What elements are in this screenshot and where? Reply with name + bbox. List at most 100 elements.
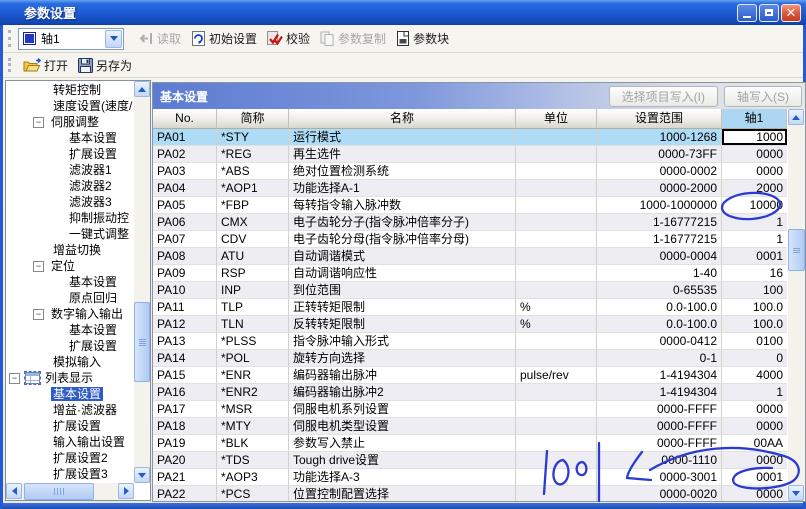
cell-name[interactable]: 到位范围 xyxy=(289,282,516,299)
cell-range[interactable]: 0000-0004 xyxy=(597,248,722,265)
cell-no[interactable]: PA19 xyxy=(153,435,217,452)
cell-abbr[interactable]: *MSR xyxy=(217,401,289,418)
cell-unit[interactable] xyxy=(516,129,597,146)
cell-no[interactable]: PA07 xyxy=(153,231,217,248)
cell-axis1-value[interactable]: 1 xyxy=(722,384,787,401)
cell-range[interactable]: 0000-2000 xyxy=(597,180,722,197)
tree-item[interactable]: 滤波器1 xyxy=(67,162,134,178)
cell-no[interactable]: PA14 xyxy=(153,350,217,367)
cell-abbr[interactable]: *TDS xyxy=(217,452,289,469)
tree-item[interactable]: −定位 xyxy=(33,258,134,274)
cell-axis1-value[interactable]: 00AA xyxy=(722,435,787,452)
cell-abbr[interactable]: *MTY xyxy=(217,418,289,435)
cell-name[interactable]: 指令脉冲输入形式 xyxy=(289,333,516,350)
toolbar-grip[interactable] xyxy=(8,30,13,47)
cell-axis1-value[interactable]: 0000 xyxy=(722,146,787,163)
cell-name[interactable]: 位置控制配置选择 xyxy=(289,486,516,501)
cell-range[interactable]: 1000-1000000 xyxy=(597,197,722,214)
cell-no[interactable]: PA12 xyxy=(153,316,217,333)
tree-item[interactable]: 扩展设置2 xyxy=(51,450,134,466)
tree-horizontal-scrollbar[interactable] xyxy=(6,483,134,500)
cell-name[interactable]: 功能选择A-1 xyxy=(289,180,516,197)
cell-range[interactable]: 1-16777215 xyxy=(597,214,722,231)
cell-abbr[interactable]: *FBP xyxy=(217,197,289,214)
collapse-icon[interactable]: − xyxy=(33,309,44,320)
cell-no[interactable]: PA10 xyxy=(153,282,217,299)
cell-unit[interactable] xyxy=(516,146,597,163)
cell-range[interactable]: 0000-FFFF xyxy=(597,418,722,435)
cell-abbr[interactable]: TLN xyxy=(217,316,289,333)
cell-abbr[interactable]: ATU xyxy=(217,248,289,265)
cell-no[interactable]: PA02 xyxy=(153,146,217,163)
scrollbar-track[interactable] xyxy=(134,97,150,467)
cell-no[interactable]: PA18 xyxy=(153,418,217,435)
tree-item[interactable]: 滤波器3 xyxy=(67,194,134,210)
toolbar-button[interactable]: 读取 xyxy=(134,28,186,49)
cell-name[interactable]: 伺服电机系列设置 xyxy=(289,401,516,418)
cell-name[interactable]: 自动调谐模式 xyxy=(289,248,516,265)
toolbar-button[interactable]: 参数块 xyxy=(391,28,454,49)
tree-item[interactable]: 扩展设置3 xyxy=(51,466,134,482)
cell-name[interactable]: 电子齿轮分母(指令脉冲倍率分母) xyxy=(289,231,516,248)
cell-unit[interactable]: pulse/rev xyxy=(516,367,597,384)
scrollbar-thumb[interactable] xyxy=(788,229,805,271)
cell-unit[interactable] xyxy=(516,418,597,435)
cell-axis1-value[interactable]: 100.0 xyxy=(722,299,787,316)
cell-name[interactable]: 编码器输出脉冲 xyxy=(289,367,516,384)
cell-axis1-value[interactable]: 0001 xyxy=(722,469,787,486)
write-selected-items-button[interactable]: 选择项目写入(I) xyxy=(609,86,718,107)
cell-range[interactable]: 0000-73FF xyxy=(597,146,722,163)
tree-item[interactable]: 输入输出设置 xyxy=(51,434,134,450)
toolbar-grip[interactable] xyxy=(8,58,13,72)
cell-no[interactable]: PA17 xyxy=(153,401,217,418)
cell-range[interactable]: 1000-1268 xyxy=(597,129,722,146)
minimize-button[interactable] xyxy=(737,4,757,22)
cell-axis1-value[interactable]: 4000 xyxy=(722,367,787,384)
cell-no[interactable]: PA08 xyxy=(153,248,217,265)
cell-unit[interactable] xyxy=(516,435,597,452)
cell-no[interactable]: PA16 xyxy=(153,384,217,401)
collapse-icon[interactable]: − xyxy=(33,117,44,128)
cell-name[interactable]: 伺服电机类型设置 xyxy=(289,418,516,435)
cell-abbr[interactable]: *AOP3 xyxy=(217,469,289,486)
table-vertical-scrollbar[interactable] xyxy=(788,109,805,501)
tree-item[interactable]: 基本设置 xyxy=(67,322,134,338)
cell-abbr[interactable]: *POL xyxy=(217,350,289,367)
cell-axis1-value[interactable]: 100.0 xyxy=(722,316,787,333)
scroll-up-button[interactable] xyxy=(134,81,150,97)
cell-range[interactable]: 0000-0020 xyxy=(597,486,722,501)
cell-name[interactable]: 编码器输出脉冲2 xyxy=(289,384,516,401)
cell-unit[interactable] xyxy=(516,180,597,197)
cell-unit[interactable] xyxy=(516,452,597,469)
cell-unit[interactable] xyxy=(516,401,597,418)
cell-axis1-value[interactable]: 100 xyxy=(722,282,787,299)
cell-abbr[interactable]: *ENR xyxy=(217,367,289,384)
cell-name[interactable]: 正转转矩限制 xyxy=(289,299,516,316)
cell-no[interactable]: PA22 xyxy=(153,486,217,501)
tree-item[interactable]: 扩展设置 xyxy=(67,146,134,162)
cell-range[interactable]: 0.0-100.0 xyxy=(597,316,722,333)
toolbar-button[interactable]: 参数复制 xyxy=(315,28,391,49)
cell-abbr[interactable]: *REG xyxy=(217,146,289,163)
tree-item[interactable]: −数字输入输出 xyxy=(33,306,134,322)
cell-no[interactable]: PA20 xyxy=(153,452,217,469)
toolbar-button[interactable]: 打开 xyxy=(18,55,73,76)
cell-no[interactable]: PA09 xyxy=(153,265,217,282)
cell-range[interactable]: 0000-0002 xyxy=(597,163,722,180)
cell-axis1-value[interactable]: 0000 xyxy=(722,486,787,501)
scrollbar-thumb[interactable] xyxy=(134,302,150,382)
maximize-button[interactable] xyxy=(759,4,779,22)
cell-name[interactable]: 绝对位置检测系统 xyxy=(289,163,516,180)
cell-unit[interactable] xyxy=(516,248,597,265)
cell-abbr[interactable]: CDV xyxy=(217,231,289,248)
cell-no[interactable]: PA13 xyxy=(153,333,217,350)
scrollbar-thumb[interactable] xyxy=(24,483,94,500)
cell-axis1-value[interactable]: 16 xyxy=(722,265,787,282)
tree-item[interactable]: 基本设置 xyxy=(67,130,134,146)
tree-item[interactable]: 模拟输入 xyxy=(51,354,134,370)
cell-no[interactable]: PA15 xyxy=(153,367,217,384)
cell-axis1-value[interactable]: 1 xyxy=(722,231,787,248)
tree-item[interactable]: 滤波器2 xyxy=(67,178,134,194)
cell-name[interactable]: 再生选件 xyxy=(289,146,516,163)
tree-item[interactable]: 增益切换 xyxy=(51,242,134,258)
